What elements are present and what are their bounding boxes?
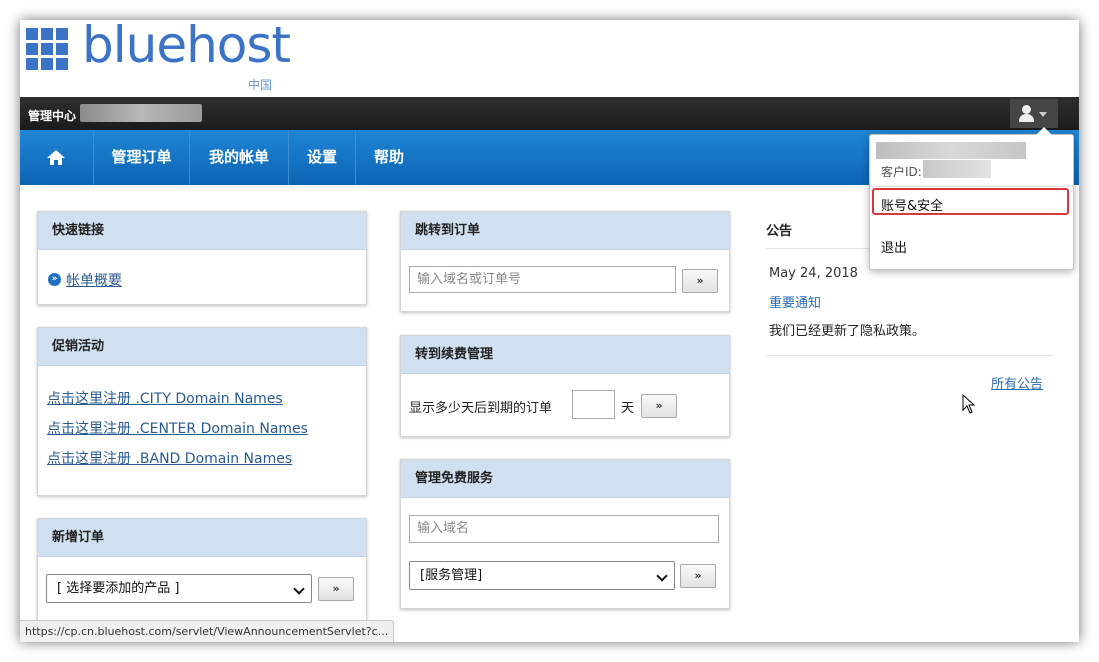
redacted-username (80, 104, 202, 122)
nav-my-bills[interactable]: 我的帐单 (190, 130, 289, 185)
service-select-value: [服务管理] (420, 568, 483, 583)
jump-order-go-button[interactable]: » (682, 269, 718, 293)
logo-grid-icon (26, 28, 68, 70)
free-services-title: 管理免费服务 (401, 460, 729, 498)
nav-home[interactable] (20, 130, 94, 185)
quick-links-title: 快速链接 (38, 212, 366, 250)
jump-order-panel: 跳转到订单 输入域名或订单号 » (400, 211, 730, 312)
renewal-panel: 转到续费管理 显示多少天后到期的订单 天 » (400, 335, 730, 437)
free-services-go-button[interactable]: » (680, 564, 716, 588)
redacted-account-name (876, 142, 1026, 159)
redacted-customer-id (923, 160, 991, 178)
chevron-down-icon (293, 583, 305, 595)
promo-title: 促销活动 (38, 328, 366, 366)
product-select[interactable]: [ 选择要添加的产品 ] (46, 574, 312, 603)
jump-order-title: 跳转到订单 (401, 212, 729, 250)
caret-down-icon (1039, 112, 1047, 117)
top-bar: 管理中心 (20, 97, 1079, 130)
home-icon (47, 150, 65, 166)
renewal-unit: 天 (621, 401, 635, 416)
renewal-title: 转到续费管理 (401, 336, 729, 374)
bluehost-logo[interactable]: bluehost 中国 (26, 20, 291, 96)
renewal-label: 显示多少天后到期的订单 (409, 401, 553, 416)
dropdown-divider (870, 186, 1073, 187)
domain-input[interactable]: 输入域名 (409, 515, 719, 543)
new-order-go-button[interactable]: » (318, 577, 354, 601)
free-services-panel: 管理免费服务 输入域名 [服务管理] » (400, 459, 730, 609)
bill-summary-link[interactable]: 帐单概要 (66, 270, 122, 290)
promo-panel: 促销活动 点击这里注册 .CITY Domain Names 点击这里注册 .C… (37, 327, 367, 496)
announcement-date: May 24, 2018 (769, 266, 858, 281)
new-order-panel: 新增订单 [ 选择要添加的产品 ] » (37, 518, 367, 630)
mouse-cursor-icon (962, 394, 976, 414)
chevron-down-icon (656, 570, 668, 582)
order-search-input[interactable]: 输入域名或订单号 (409, 266, 676, 293)
announcements-divider-bottom (766, 355, 1053, 356)
promo-link-band[interactable]: 点击这里注册 .BAND Domain Names (47, 448, 292, 468)
customer-id-label: 客户ID: (881, 165, 922, 179)
browser-window: bluehost 中国 管理中心 管理订单 我的帐单 设置 帮助 快速链接 » … (20, 20, 1079, 642)
announcements-title: 公告 (766, 224, 793, 239)
renewal-go-button[interactable]: » (641, 394, 677, 418)
service-select[interactable]: [服务管理] (409, 561, 675, 590)
user-menu-button[interactable] (1010, 99, 1058, 128)
user-dropdown-menu: 客户ID: 账号&安全 退出 (869, 127, 1074, 270)
dropdown-caret (1036, 127, 1052, 135)
logo-subtitle: 中国 (248, 78, 273, 92)
quick-links-panel: 快速链接 » 帐单概要 (37, 211, 367, 305)
announcement-link[interactable]: 重要通知 (769, 292, 821, 311)
promo-link-center[interactable]: 点击这里注册 .CENTER Domain Names (47, 418, 308, 438)
logo-text: bluehost (82, 20, 291, 74)
promo-link-city[interactable]: 点击这里注册 .CITY Domain Names (47, 388, 283, 408)
nav-manage-orders[interactable]: 管理订单 (94, 130, 190, 185)
new-order-title: 新增订单 (38, 519, 366, 557)
renewal-days-input[interactable] (572, 390, 615, 419)
menu-item-logout[interactable]: 退出 (881, 237, 907, 256)
all-announcements-link[interactable]: 所有公告 (991, 373, 1043, 392)
announcement-text: 我们已经更新了隐私政策。 (769, 324, 926, 339)
product-select-value: [ 选择要添加的产品 ] (57, 581, 180, 596)
double-chevron-right-icon: » (48, 273, 61, 286)
nav-settings[interactable]: 设置 (289, 130, 356, 185)
nav-help[interactable]: 帮助 (356, 130, 422, 185)
topbar-title: 管理中心 (28, 109, 77, 123)
menu-item-account-security[interactable]: 账号&安全 (881, 195, 943, 214)
status-bar-url: https://cp.cn.bluehost.com/servlet/ViewA… (20, 620, 395, 642)
